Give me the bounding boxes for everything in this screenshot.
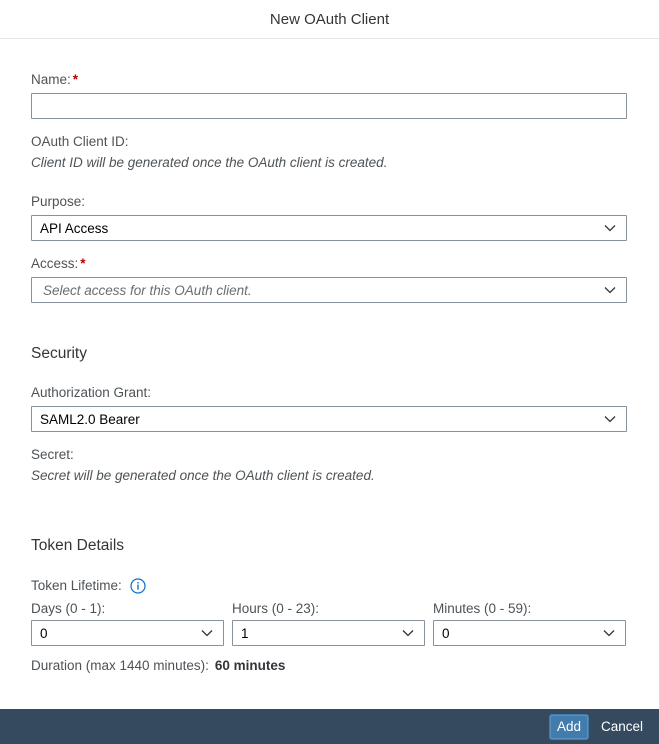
access-select[interactable]: Select access for this OAuth client.	[31, 277, 627, 303]
days-select-value: 0	[40, 625, 48, 641]
name-required-mark: *	[72, 72, 79, 87]
chevron-down-icon	[604, 287, 616, 294]
minutes-select[interactable]: 0	[433, 620, 626, 646]
duration-label: Duration (max 1440 minutes):	[31, 658, 209, 673]
chevron-down-icon	[603, 630, 615, 637]
secret-hint: Secret will be generated once the OAuth …	[31, 468, 375, 483]
hours-label: Hours (0 - 23):	[232, 601, 320, 616]
secret-label: Secret:	[31, 447, 74, 462]
name-input[interactable]	[31, 93, 627, 119]
grant-field-group: Authorization Grant: SAML2.0 Bearer	[31, 385, 627, 432]
minutes-field-group: Minutes (0 - 59): 0	[433, 601, 626, 646]
token-lifetime-label: Token Lifetime:	[31, 578, 122, 593]
chevron-down-icon	[604, 225, 616, 232]
purpose-select[interactable]: API Access	[31, 215, 627, 241]
duration-value: 60 minutes	[214, 658, 286, 673]
minutes-select-value: 0	[442, 625, 450, 641]
purpose-select-value: API Access	[40, 220, 109, 236]
name-label-text: Name:	[31, 72, 71, 87]
authorization-grant-select[interactable]: SAML2.0 Bearer	[31, 406, 627, 432]
dialog-footer: Add Cancel	[0, 709, 659, 744]
client-id-group: OAuth Client ID: Client ID will be gener…	[31, 134, 626, 171]
token-details-section-title: Token Details	[31, 537, 125, 554]
hours-select[interactable]: 1	[232, 620, 425, 646]
grant-select-value: SAML2.0 Bearer	[40, 411, 140, 427]
security-section-title: Security	[31, 345, 87, 362]
access-label: Access: *	[31, 256, 626, 272]
chevron-down-icon	[604, 416, 616, 423]
access-label-text: Access:	[31, 256, 79, 271]
client-id-label: OAuth Client ID:	[31, 134, 129, 149]
name-label: Name: *	[31, 72, 626, 88]
secret-group: Secret: Secret will be generated once th…	[31, 447, 626, 484]
hours-field-group: Hours (0 - 23): 1	[232, 601, 425, 646]
add-button[interactable]: Add	[548, 713, 589, 740]
duration-row: Duration (max 1440 minutes): 60 minutes	[31, 658, 626, 674]
purpose-label: Purpose:	[31, 194, 86, 209]
access-select-placeholder: Select access for this OAuth client.	[43, 282, 252, 298]
new-oauth-client-dialog: New OAuth Client Name: * OAuth Client ID:…	[0, 0, 660, 744]
days-select[interactable]: 0	[31, 620, 224, 646]
dialog-content: Name: * OAuth Client ID: Client ID will b…	[0, 72, 659, 674]
hours-select-value: 1	[241, 625, 249, 641]
chevron-down-icon	[402, 630, 414, 637]
token-lifetime-fields: Days (0 - 1): 0 Hours (0 - 23): 1 Minute…	[31, 601, 626, 646]
minutes-label: Minutes (0 - 59):	[433, 601, 532, 616]
access-required-mark: *	[80, 256, 86, 271]
dialog-title: New OAuth Client	[269, 10, 390, 28]
days-label: Days (0 - 1):	[31, 601, 106, 616]
days-field-group: Days (0 - 1): 0	[31, 601, 224, 646]
cancel-button[interactable]: Cancel	[597, 714, 647, 740]
token-lifetime-row: Token Lifetime:	[31, 578, 626, 594]
chevron-down-icon	[201, 630, 213, 637]
client-id-hint: Client ID will be generated once the OAu…	[31, 155, 388, 170]
info-icon[interactable]	[130, 578, 146, 594]
name-field-group: Name: *	[31, 72, 627, 119]
grant-label: Authorization Grant:	[31, 385, 152, 400]
access-field-group: Access: * Select access for this OAuth cl…	[31, 256, 627, 303]
purpose-field-group: Purpose: API Access	[31, 194, 627, 241]
dialog-header: New OAuth Client	[0, 0, 659, 39]
